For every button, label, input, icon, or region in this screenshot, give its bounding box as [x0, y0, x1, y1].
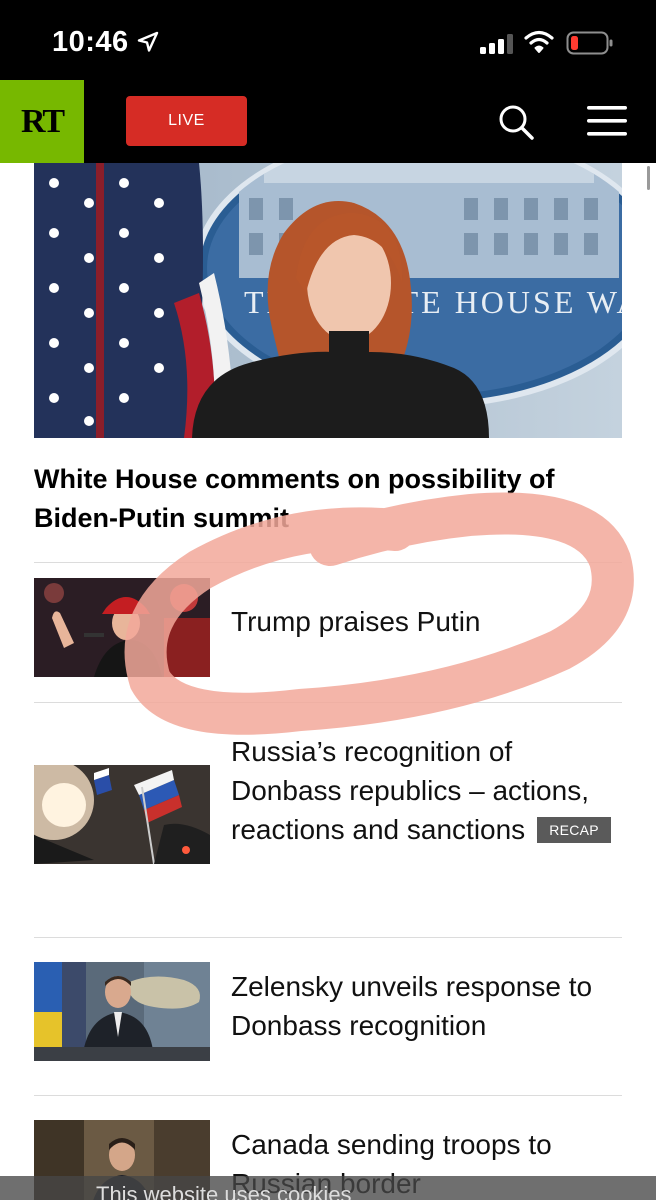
- article-title-text: Russia’s recognition of Donbass republic…: [231, 736, 589, 845]
- hamburger-menu-icon[interactable]: [586, 104, 628, 138]
- wifi-icon: [524, 30, 554, 53]
- hero-headline[interactable]: White House comments on possibility of B…: [34, 460, 624, 538]
- search-icon[interactable]: [496, 102, 536, 142]
- hero-image[interactable]: THE WHITE HOUSE WASHINGTON: [34, 163, 622, 438]
- logo-text: RT: [20, 102, 65, 140]
- signal-icon: [480, 34, 513, 54]
- recap-badge: RECAP: [537, 817, 611, 843]
- status-time: 10:46: [52, 26, 129, 58]
- live-button[interactable]: LIVE: [126, 96, 247, 146]
- article-title[interactable]: Zelensky unveils response to Donbass rec…: [231, 967, 621, 1045]
- article-thumbnail[interactable]: [34, 962, 210, 1061]
- status-bar: 10:46: [0, 0, 656, 80]
- battery-low-icon: [566, 31, 613, 55]
- divider: [34, 1095, 622, 1096]
- article-thumbnail[interactable]: [34, 578, 210, 677]
- cookie-banner-text: This website uses cookies: [96, 1182, 352, 1200]
- rt-logo[interactable]: RT: [0, 80, 84, 163]
- scrollbar[interactable]: [647, 166, 650, 190]
- cookie-banner[interactable]: This website uses cookies: [0, 1176, 656, 1200]
- site-header: RT LIVE: [0, 80, 656, 163]
- divider: [34, 702, 622, 703]
- article-title[interactable]: Trump praises Putin: [231, 602, 621, 641]
- divider: [34, 937, 622, 938]
- location-arrow-icon: [137, 31, 159, 52]
- divider: [34, 562, 622, 563]
- article-thumbnail[interactable]: [34, 765, 210, 864]
- article-title[interactable]: Russia’s recognition of Donbass republic…: [231, 732, 621, 849]
